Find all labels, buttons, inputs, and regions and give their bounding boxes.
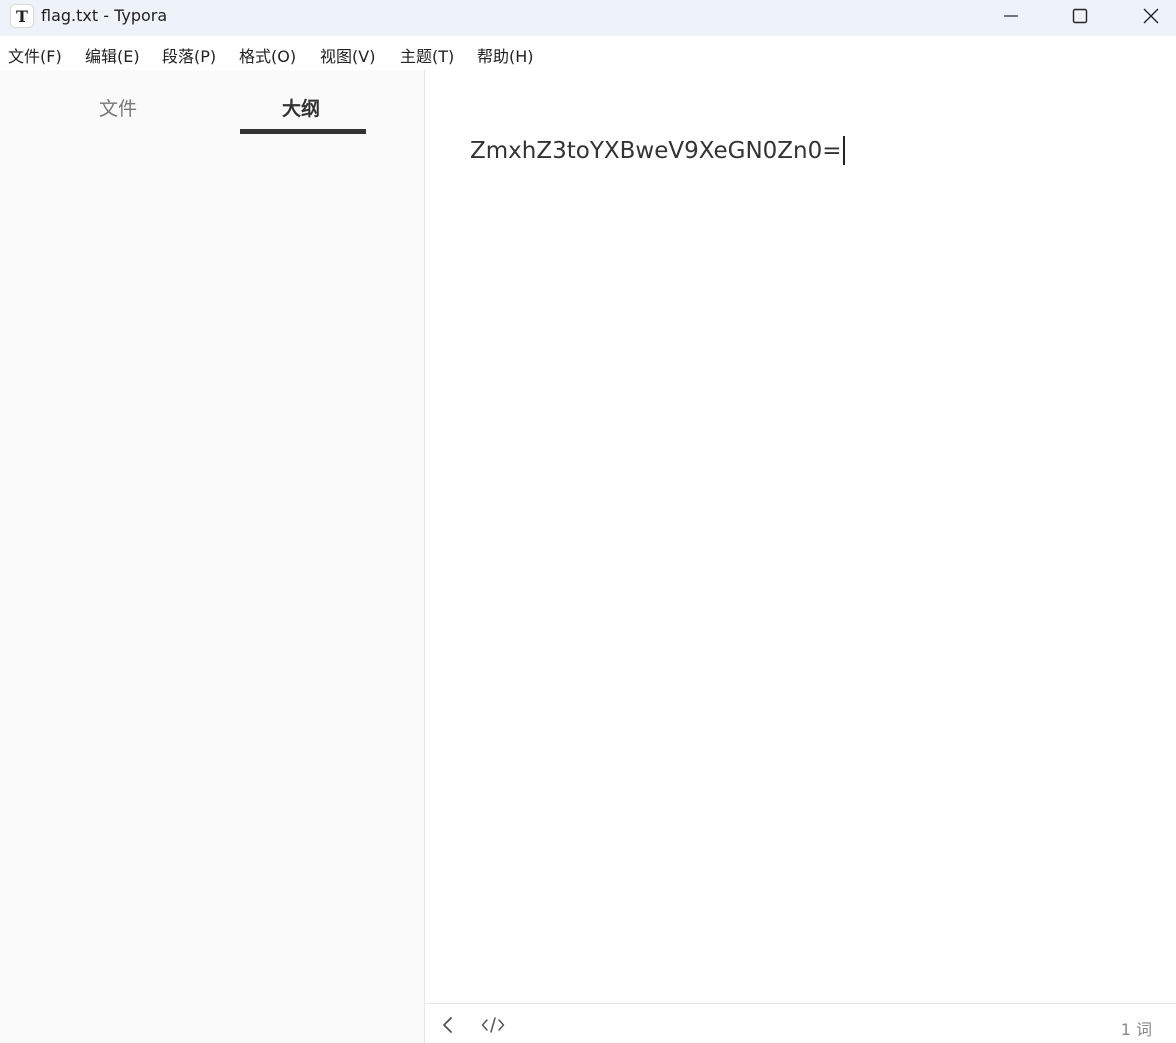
typora-app-icon: T	[11, 5, 33, 27]
text-caret	[842, 136, 845, 165]
minimize-icon	[1004, 15, 1018, 17]
menu-edit[interactable]: 编辑(E)	[85, 43, 140, 67]
close-icon	[1143, 8, 1159, 24]
tab-files[interactable]: 文件	[99, 94, 137, 121]
menu-help[interactable]: 帮助(H)	[477, 43, 534, 67]
close-button[interactable]	[1128, 0, 1174, 32]
editor-text: ZmxhZ3toYXBweV9XeGN0Zn0=	[470, 137, 842, 164]
sidebar: 文件 大纲	[0, 70, 425, 1043]
toggle-sidebar-button[interactable]	[441, 1016, 455, 1038]
code-icon	[481, 1017, 505, 1033]
editor-area[interactable]: ZmxhZ3toYXBweV9XeGN0Zn0=	[426, 70, 1176, 1003]
source-mode-button[interactable]	[481, 1016, 505, 1038]
menu-bar: 文件(F) 编辑(E) 段落(P) 格式(O) 视图(V) 主题(T) 帮助(H…	[0, 36, 1176, 70]
menu-file[interactable]: 文件(F)	[8, 43, 62, 67]
status-bar: 1 词	[426, 1003, 1176, 1043]
menu-format[interactable]: 格式(O)	[239, 43, 296, 67]
active-tab-indicator	[240, 129, 366, 134]
maximize-button[interactable]	[1057, 0, 1103, 32]
maximize-icon	[1072, 8, 1088, 24]
editor-paragraph[interactable]: ZmxhZ3toYXBweV9XeGN0Zn0=	[470, 136, 845, 165]
menu-theme[interactable]: 主题(T)	[400, 43, 454, 67]
chevron-left-icon	[443, 1017, 452, 1033]
menu-view[interactable]: 视图(V)	[320, 43, 375, 67]
minimize-button[interactable]	[988, 0, 1034, 32]
word-count[interactable]: 1 词	[1121, 1016, 1152, 1040]
window-title: flag.txt - Typora	[41, 6, 168, 25]
menu-paragraph[interactable]: 段落(P)	[162, 43, 216, 67]
title-bar: T flag.txt - Typora	[0, 0, 1176, 36]
tab-outline[interactable]: 大纲	[282, 94, 320, 121]
